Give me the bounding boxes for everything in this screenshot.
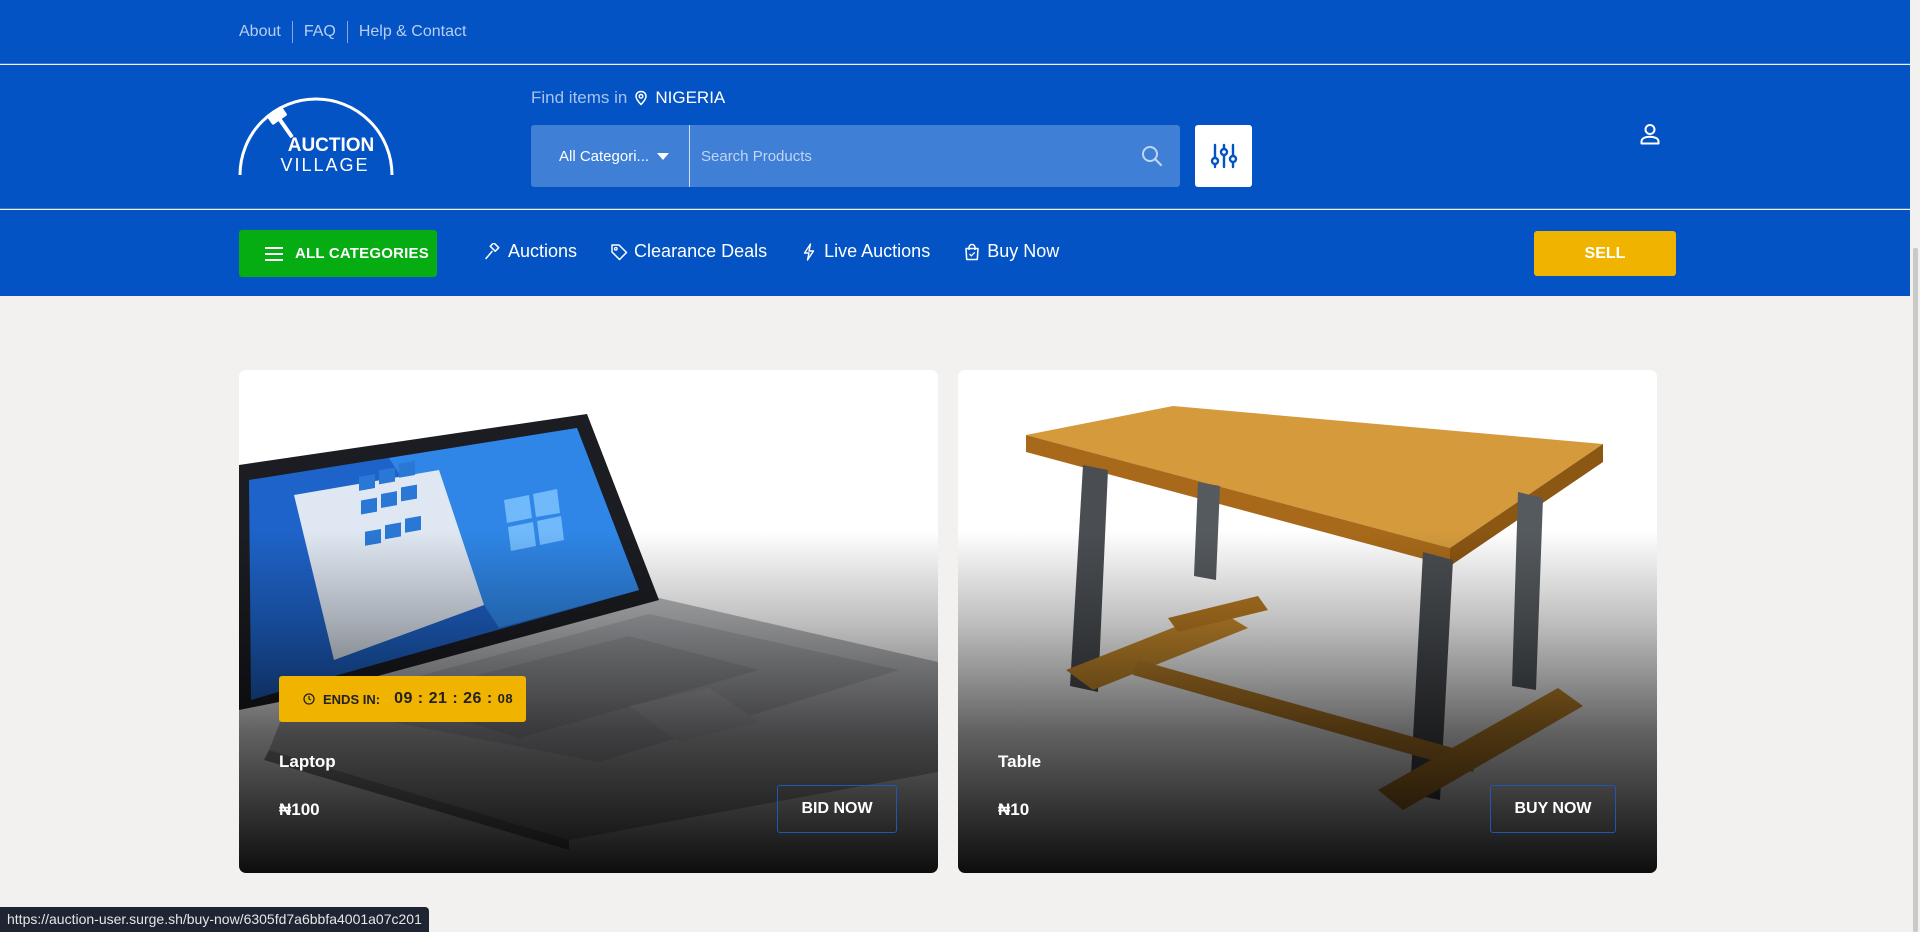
shopping-bag-icon <box>965 243 979 260</box>
page-scrollbar-thumb[interactable] <box>1913 248 1918 932</box>
product-title[interactable]: Laptop <box>279 752 336 772</box>
bid-now-button[interactable]: BID NOW <box>777 785 897 833</box>
hamburger-menu-icon <box>265 246 283 261</box>
category-dropdown-value: All Categori... <box>559 147 650 165</box>
nav-links: Auctions Clearance Deals Live Auctions B… <box>484 241 1092 262</box>
clock-icon <box>303 693 315 705</box>
location-pin-icon <box>635 90 648 106</box>
product-price: ₦100 <box>279 800 320 819</box>
top-links: About FAQ Help & Contact <box>239 21 466 43</box>
search-input[interactable] <box>690 125 1124 187</box>
all-categories-button[interactable]: ALL CATEGORIES <box>239 230 437 277</box>
main-header: AUCTION VILLAGE Find items in NIGERIA Al… <box>0 65 1920 209</box>
search-icon <box>1142 146 1163 167</box>
buy-now-button[interactable]: BUY NOW <box>1490 785 1616 833</box>
about-link[interactable]: About <box>239 23 281 41</box>
nav-buy-now[interactable]: Buy Now <box>963 241 1059 262</box>
countdown-timer: 09 : 21 : 26 : 08 <box>394 690 513 708</box>
nav-auctions-label: Auctions <box>508 241 578 261</box>
search-bar: All Categori... <box>531 125 1180 187</box>
lightning-icon <box>803 242 815 261</box>
help-contact-link[interactable]: Help & Contact <box>359 23 467 41</box>
nav-buy-now-label: Buy Now <box>987 241 1060 261</box>
sliders-icon <box>1210 143 1237 169</box>
countdown-seconds: 08 <box>497 691 514 706</box>
tag-icon <box>611 243 628 260</box>
top-utility-bar: About FAQ Help & Contact <box>0 0 1920 64</box>
filter-button[interactable] <box>1195 125 1252 187</box>
find-items-label: Find items in <box>531 88 628 107</box>
sell-button[interactable]: SELL <box>1534 231 1676 276</box>
all-categories-label: ALL CATEGORIES <box>295 245 429 262</box>
nav-auctions[interactable]: Auctions <box>484 241 577 262</box>
product-card-laptop[interactable]: ENDS IN: 09 : 21 : 26 : 08 Laptop ₦100 B… <box>239 370 938 873</box>
category-dropdown[interactable]: All Categori... <box>531 125 690 187</box>
product-price: ₦10 <box>998 800 1030 819</box>
nav-clearance-deals-label: Clearance Deals <box>634 241 768 261</box>
divider <box>346 21 348 43</box>
faq-link[interactable]: FAQ <box>304 23 336 41</box>
gavel-icon <box>485 242 500 259</box>
user-account-button[interactable] <box>1637 121 1663 147</box>
countdown-main: 09 : 21 : 26 : <box>394 690 493 707</box>
category-nav-bar: ALL CATEGORIES Auctions Clearance Deals … <box>0 210 1920 296</box>
product-title[interactable]: Table <box>998 752 1041 772</box>
ends-in-label: ENDS IN: <box>323 691 381 707</box>
svg-text:AUCTION: AUCTION <box>288 135 375 156</box>
chevron-down-icon <box>657 153 669 160</box>
svg-text:VILLAGE: VILLAGE <box>280 155 369 175</box>
nav-live-auctions[interactable]: Live Auctions <box>800 241 930 262</box>
divider <box>291 21 293 43</box>
auction-village-logo[interactable]: AUCTION VILLAGE <box>237 95 395 177</box>
product-card-table[interactable]: Table ₦10 BUY NOW <box>958 370 1657 873</box>
auction-countdown-badge: ENDS IN: 09 : 21 : 26 : 08 <box>279 676 526 722</box>
country-label[interactable]: NIGERIA <box>655 88 725 108</box>
nav-clearance-deals[interactable]: Clearance Deals <box>610 241 767 262</box>
user-icon <box>1640 124 1660 145</box>
link-preview-status: https://auction-user.surge.sh/buy-now/63… <box>0 907 429 932</box>
search-button[interactable] <box>1124 125 1180 187</box>
location-selector[interactable]: Find items in NIGERIA <box>531 88 725 108</box>
nav-live-auctions-label: Live Auctions <box>824 241 931 261</box>
